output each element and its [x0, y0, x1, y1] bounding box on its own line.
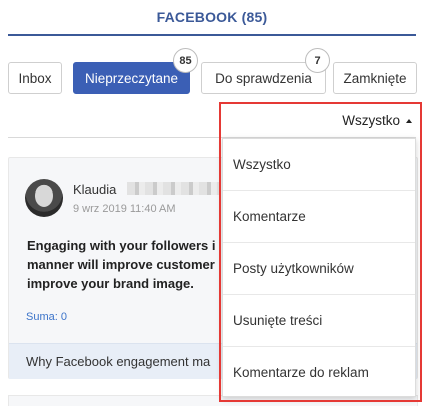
highlight-box [219, 102, 422, 402]
tab-inbox[interactable]: Inbox [8, 62, 62, 94]
header: FACEBOOK (85) [0, 0, 424, 36]
header-underline [8, 34, 416, 36]
tab-bar: Inbox Nieprzeczytane 85 Do sprawdzenia 7… [0, 48, 424, 96]
author-name: Klaudia [73, 182, 117, 197]
reaction-sum-link[interactable]: Suma: 0 [26, 311, 67, 323]
tab-label: Do sprawdzenia [215, 70, 312, 86]
avatar [25, 179, 63, 217]
page-title: FACEBOOK (85) [156, 9, 268, 25]
tab-label: Zamknięte [343, 70, 407, 86]
tab-zamkniete[interactable]: Zamknięte [333, 62, 417, 94]
tab-badge-count: 85 [173, 48, 198, 73]
tab-label: Nieprzeczytane [84, 70, 179, 86]
post-text: Engaging with your followers i manner wi… [27, 238, 216, 291]
tab-label: Inbox [18, 70, 52, 86]
post-timestamp: 9 wrz 2019 11:40 AM [73, 203, 176, 215]
tab-badge-count: 7 [305, 48, 330, 73]
tab-nieprzeczytane[interactable]: Nieprzeczytane [73, 62, 190, 94]
link-preview-title: Why Facebook engagement ma [26, 354, 211, 369]
redacted-surname [127, 182, 219, 195]
